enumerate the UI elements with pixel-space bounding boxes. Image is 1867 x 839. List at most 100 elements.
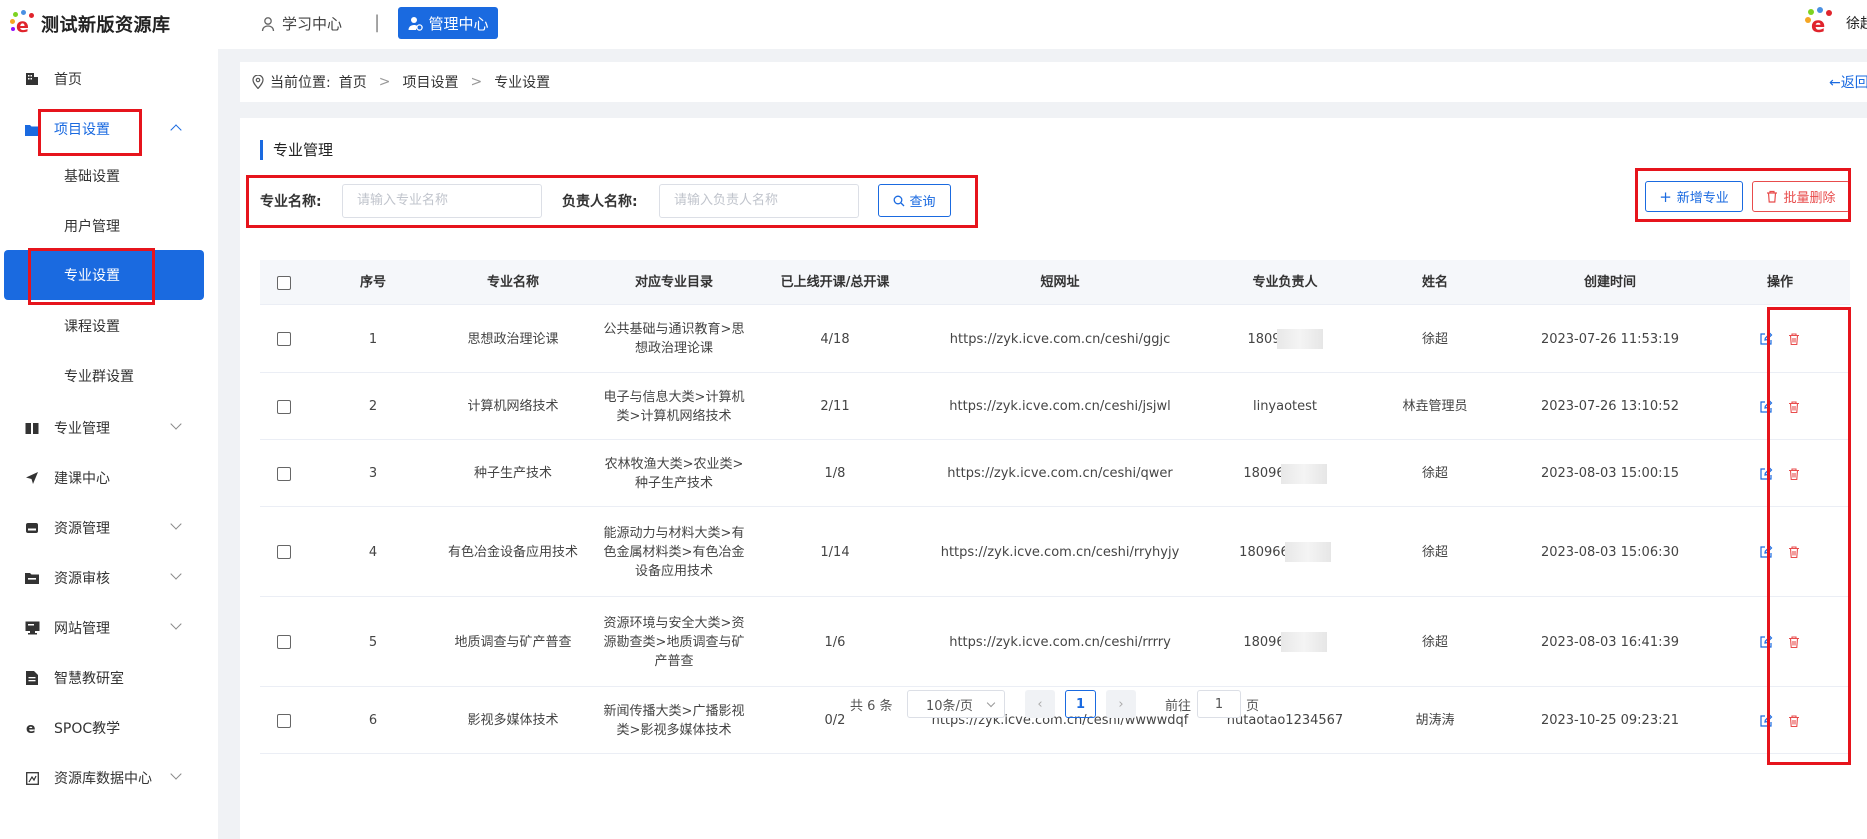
cell-created-time: 2023-07-26 11:53:19 <box>1540 331 1680 347</box>
add-major-label: 新增专业 <box>1676 191 1729 206</box>
sidebar-item-project-settings[interactable]: 项目设置 <box>0 107 218 151</box>
catalog-line: 类>计算机网络技术 <box>616 408 732 424</box>
edit-icon[interactable] <box>1759 400 1773 414</box>
breadcrumb-item-project-settings[interactable]: 项目设置 <box>402 72 458 92</box>
cell-catalog: 公共基础与通识教育>思 想政治理论课 <box>588 305 760 373</box>
redaction-mask <box>1276 329 1323 349</box>
table-header: 序号 专业名称 对应专业目录 已上线开课/总开课 短网址 专业负责人 姓名 创建… <box>260 260 1850 305</box>
sidebar-subitem-user-management[interactable]: 用户管理 <box>0 202 218 250</box>
cell-catalog: 农林牧渔大类>农业类> 种子生产技术 <box>588 440 760 507</box>
table-row: 4 有色冶金设备应用技术 能源动力与材料大类>有 色金属材料类>有色冶金 设备应用技术 1… <box>260 507 1850 597</box>
edit-icon[interactable] <box>1759 467 1773 481</box>
cell-courses: 2/11 <box>820 399 850 414</box>
back-link[interactable]: ←返回 <box>1829 72 1867 92</box>
cell-actions <box>1710 507 1850 597</box>
major-name-input[interactable]: 请输入专业名称 <box>342 184 542 218</box>
chevron-down-icon <box>170 568 182 580</box>
sidebar-item-resource-management[interactable]: 资源管理 <box>0 506 218 550</box>
folder-check-icon <box>24 570 40 586</box>
drive-icon <box>24 520 40 536</box>
cell-owner: 18096 <box>1210 597 1360 687</box>
catalog-line: 公共基础与通识教育>思 <box>603 322 745 337</box>
row-checkbox[interactable] <box>277 466 291 481</box>
breadcrumb-separator: > <box>470 74 483 90</box>
app-title: 测试新版资源库 <box>41 15 171 36</box>
row-checkbox[interactable] <box>277 399 291 414</box>
select-all-checkbox[interactable] <box>277 275 291 290</box>
cell-owner: 18096 <box>1210 440 1360 507</box>
sidebar-item-home[interactable]: 首页 <box>0 57 218 101</box>
row-checkbox[interactable] <box>277 332 291 346</box>
owner-text: 18096 <box>1243 634 1285 650</box>
section-title: 专业管理 <box>260 140 333 160</box>
app-logo[interactable]: e 测试新版资源库 <box>9 10 171 38</box>
sidebar-item-resource-review[interactable]: 资源审核 <box>0 556 218 600</box>
chevron-left-icon: ‹ <box>1037 696 1043 712</box>
row-actions <box>1759 635 1801 649</box>
sidebar-item-label: 资源审核 <box>54 571 110 587</box>
cell-created-time: 2023-08-03 15:06:30 <box>1540 544 1680 560</box>
nav-admin-label: 管理中心 <box>428 14 489 33</box>
delete-icon[interactable] <box>1787 467 1801 481</box>
breadcrumb-item-home[interactable]: 首页 <box>339 72 367 92</box>
sidebar-item-label: 专业群设置 <box>64 369 134 385</box>
sidebar-item-label: SPOC教学 <box>54 721 121 737</box>
page-size-value: 10条/页 <box>926 698 973 714</box>
edit-icon[interactable] <box>1759 545 1773 559</box>
nav-admin-center[interactable]: 管理中心 <box>398 7 498 39</box>
cell-actions <box>1710 440 1850 507</box>
sidebar-item-major-management[interactable]: 专业管理 <box>0 406 218 450</box>
delete-icon[interactable] <box>1787 545 1801 559</box>
sidebar-item-label: 首页 <box>54 72 82 88</box>
cell-major-name: 有色冶金设备应用技术 <box>447 544 578 560</box>
sidebar-item-site-management[interactable]: 网站管理 <box>0 606 218 650</box>
page-size-select[interactable]: 10条/页 <box>907 690 1005 718</box>
edit-icon[interactable] <box>1759 332 1773 346</box>
table-row: 1 思想政治理论课 公共基础与通识教育>思 想政治理论课 4/18 https://zyk… <box>260 305 1850 373</box>
nav-study-center[interactable]: 学习中心 <box>260 13 342 34</box>
cell-no: 3 <box>368 466 378 481</box>
column-header: 对应专业目录 <box>634 275 713 290</box>
chevron-down-icon <box>986 698 996 707</box>
prev-page-button[interactable]: ‹ <box>1025 690 1055 718</box>
chevron-down-icon <box>170 618 182 630</box>
add-major-button[interactable]: + 新增专业 <box>1645 181 1743 212</box>
sidebar-item-label: 建课中心 <box>54 471 110 487</box>
sidebar-item-label: 课程设置 <box>64 319 120 335</box>
column-header: 已上线开课/总开课 <box>780 275 890 290</box>
sidebar-item-course-builder[interactable]: 建课中心 <box>0 456 218 500</box>
sidebar-subitem-course-settings[interactable]: 课程设置 <box>0 302 218 350</box>
breadcrumb-separator: > <box>378 74 391 90</box>
row-actions <box>1759 400 1801 414</box>
edit-icon[interactable] <box>1759 635 1773 649</box>
checkbox-cell <box>260 305 308 373</box>
owner-name-input[interactable]: 请输入负责人名称 <box>659 184 859 218</box>
column-header: 创建时间 <box>1583 275 1636 290</box>
cell-person-name: 徐超 <box>1421 331 1448 347</box>
batch-delete-button[interactable]: 批量删除 <box>1752 181 1850 212</box>
catalog-line: 农林牧渔大类>农业类> <box>604 456 744 472</box>
sidebar-subitem-major-group-settings[interactable]: 专业群设置 <box>0 352 218 400</box>
goto-page-input[interactable]: 1 <box>1197 690 1241 718</box>
cell-short-url: https://zyk.icve.com.cn/ceshi/ggjc <box>949 331 1171 347</box>
next-page-button[interactable]: › <box>1106 690 1136 718</box>
nav-separator: | <box>374 12 381 33</box>
user-menu[interactable]: e 徐超 <box>1802 6 1867 40</box>
sidebar-item-data-center[interactable]: 资源库数据中心 <box>0 756 218 800</box>
delete-icon[interactable] <box>1787 332 1801 346</box>
page-1-button[interactable]: 1 <box>1065 690 1096 718</box>
plus-icon: + <box>1659 187 1672 206</box>
top-bar: e 测试新版资源库 学习中心 | 管理中心 e 徐超 <box>0 0 1867 49</box>
row-checkbox[interactable] <box>277 545 291 559</box>
query-label: 查询 <box>909 195 936 210</box>
table-row: 2 计算机网络技术 电子与信息大类>计算机 类>计算机网络技术 2/11 https://… <box>260 373 1850 440</box>
sidebar-subitem-basic-settings[interactable]: 基础设置 <box>0 152 218 200</box>
delete-icon[interactable] <box>1787 635 1801 649</box>
delete-icon[interactable] <box>1787 400 1801 414</box>
redaction-mask <box>1284 542 1331 562</box>
student-icon <box>261 16 275 31</box>
goto-prefix: 前往 <box>1165 698 1192 714</box>
row-checkbox[interactable] <box>277 635 291 649</box>
query-button[interactable]: 查询 <box>878 184 951 217</box>
sidebar-subitem-major-settings[interactable]: 专业设置 <box>4 250 204 300</box>
